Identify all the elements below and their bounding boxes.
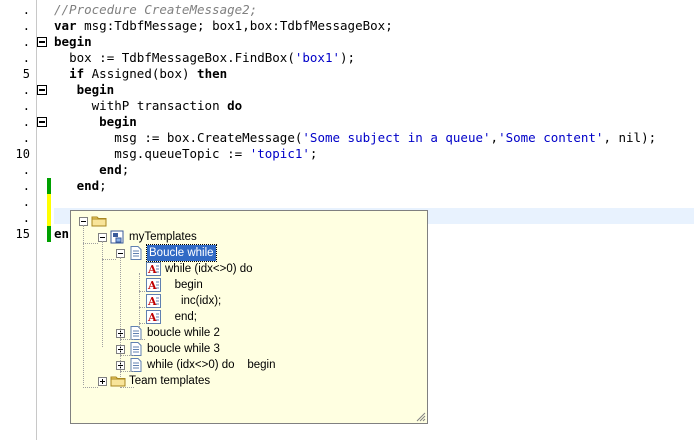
document-icon [128,326,144,340]
line-number-gutter: .... 5.... 10.... 15 [0,0,37,440]
tree-connector [83,225,84,385]
code-line[interactable]: end; [54,162,694,178]
code-line[interactable]: var msg:TdbfMessage; box1,box:TdbfMessag… [54,18,694,34]
tree-item-label[interactable]: while (idx<>0) do [165,261,253,277]
line-number: . [22,3,30,17]
tree-item-label[interactable]: end; [165,309,197,325]
fold-collapse-icon[interactable] [37,37,47,47]
tree-connector [120,371,134,372]
tree-connector [83,387,98,388]
tree-item-label[interactable]: Team templates [129,373,210,389]
tree-connector [102,259,116,260]
svg-text:A: A [147,279,157,292]
code-line[interactable]: withP transaction do [54,98,694,114]
fold-collapse-icon[interactable] [37,117,47,127]
tree-connector [139,307,145,308]
code-line[interactable]: end; [54,178,694,194]
document-icon [128,246,144,260]
text-a-icon: A [146,278,162,292]
tree-item-label[interactable]: boucle while 3 [147,341,220,357]
text-a-icon: A [146,294,162,308]
text-a-icon: A [146,310,162,324]
unsaved-line-marker [47,194,51,226]
line-number: . [22,83,30,97]
code-line[interactable]: if Assigned(box) then [54,66,694,82]
tree-connector [102,241,103,347]
text-a-icon: A [146,262,162,276]
line-number: 10 [15,147,30,161]
line-number: . [22,179,30,193]
template-group-icon [110,230,126,244]
folder-icon [91,214,107,228]
line-number: . [22,35,30,49]
tree-connector [83,243,98,244]
tree-connector [139,323,145,324]
tree-connector [120,355,134,356]
fold-collapse-icon[interactable] [37,85,47,95]
resize-grip-icon[interactable] [415,411,426,422]
tree-connector [120,339,134,340]
code-line[interactable]: begin [54,114,694,130]
tree-connector [139,339,145,340]
document-icon [128,342,144,356]
line-number: . [22,115,30,129]
tree-connector [139,291,145,292]
line-number: 15 [15,227,30,241]
code-line[interactable]: begin [54,82,694,98]
line-number: . [22,19,30,33]
code-line[interactable]: msg.queueTopic := 'topic1'; [54,146,694,162]
tree-connector [120,387,134,388]
code-line[interactable]: box := TdbfMessageBox.FindBox('box1'); [54,50,694,66]
svg-text:A: A [147,311,157,324]
tree-item-label[interactable]: while (idx<>0) do begin [147,357,276,373]
line-number: . [22,211,30,225]
code-line[interactable]: begin [54,34,694,50]
line-number: . [22,99,30,113]
code-line[interactable]: //Procedure CreateMessage2; [54,2,694,18]
folder-icon [110,374,126,388]
line-number: . [22,131,30,145]
modified-line-marker [47,178,51,194]
svg-text:A: A [147,263,157,276]
tree-item-label[interactable]: inc(idx); [165,293,221,309]
code-line[interactable] [54,194,694,210]
tree-item-label[interactable]: boucle while 2 [147,325,220,341]
line-number: . [22,195,30,209]
tree-item-label[interactable]: myTemplates [129,229,197,245]
line-number: . [22,51,30,65]
tree-connector [120,257,121,377]
line-number: 5 [22,67,30,81]
code-line[interactable]: msg := box.CreateMessage('Some subject i… [54,130,694,146]
tree-expand-icon[interactable] [98,377,107,386]
document-icon [128,358,144,372]
template-completion-popup[interactable]: myTemplates Boucle while Awhile (idx<>0) d… [70,210,428,424]
tree-connector [139,273,140,329]
tree-item-selected[interactable]: Boucle while [146,244,217,262]
tree-item-label[interactable]: begin [165,277,203,293]
svg-text:A: A [147,295,157,308]
modified-line-marker [47,226,51,242]
line-number: . [22,163,30,177]
